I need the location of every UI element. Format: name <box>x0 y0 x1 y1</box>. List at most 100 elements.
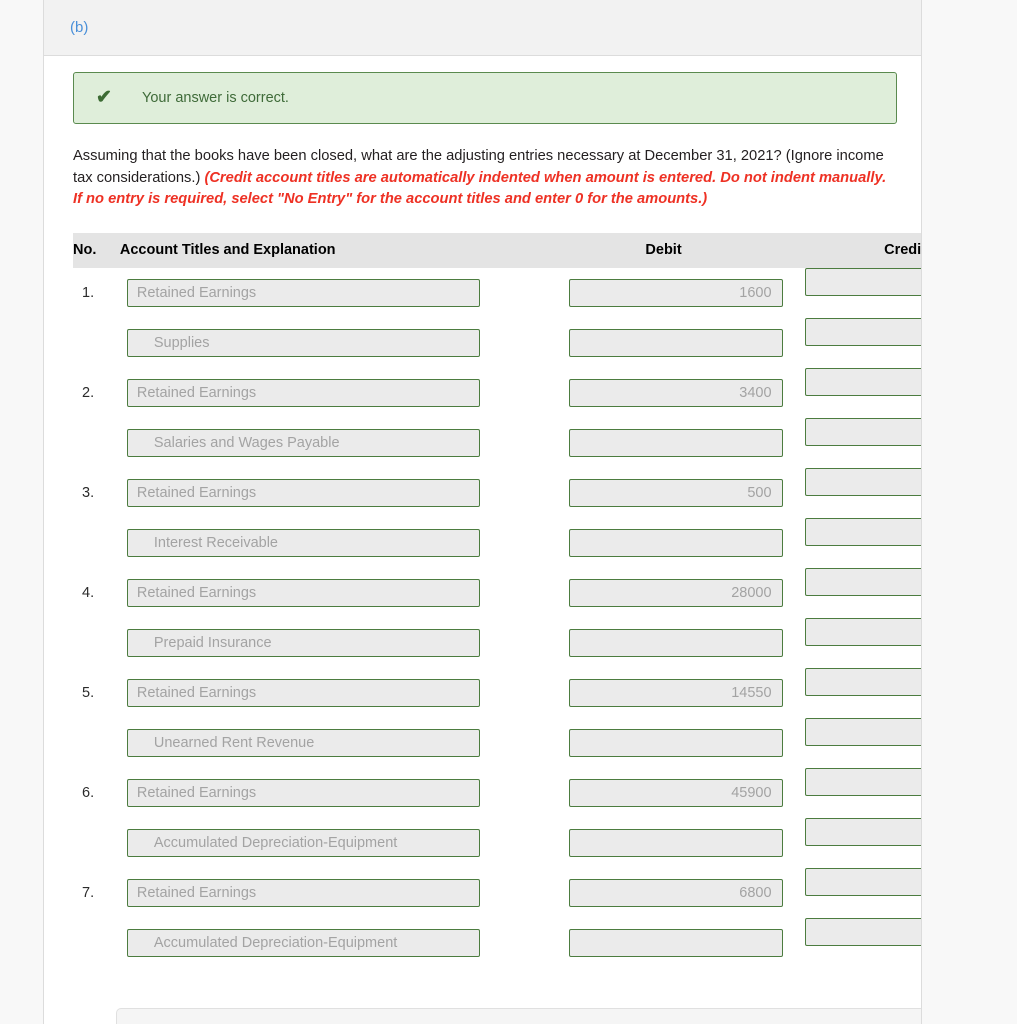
account-cell: Prepaid Insurance <box>120 618 545 668</box>
debit-cell <box>545 318 783 368</box>
account-cell: Supplies <box>120 318 545 368</box>
credit-amount-input[interactable] <box>804 417 921 446</box>
debit-amount-input[interactable] <box>568 528 783 557</box>
credit-clip <box>804 867 921 898</box>
debit-amount-input[interactable]: 28000 <box>568 578 783 607</box>
account-title-input[interactable]: Prepaid Insurance <box>126 628 480 657</box>
credit-cell <box>783 367 921 418</box>
account-title-input[interactable]: Retained Earnings <box>126 878 480 907</box>
account-cell: Salaries and Wages Payable <box>120 418 545 468</box>
debit-amount-input[interactable]: 500 <box>568 478 783 507</box>
credit-clip <box>804 467 921 498</box>
debit-cell <box>545 918 783 968</box>
question-panel: (b) ✔ Your answer is correct. Assuming t… <box>43 0 922 1024</box>
debit-cell: 3400 <box>545 368 783 418</box>
credit-amount-input[interactable] <box>804 367 921 396</box>
debit-cell: 28000 <box>545 568 783 618</box>
credit-amount-input[interactable] <box>804 517 921 546</box>
credit-amount-input[interactable] <box>804 917 921 946</box>
credit-amount-input[interactable]: 1 <box>804 717 921 746</box>
credit-clip <box>804 367 921 398</box>
debit-amount-input[interactable] <box>568 428 783 457</box>
debit-cell: 1600 <box>545 268 783 318</box>
panel-body: ✔ Your answer is correct. Assuming that … <box>44 56 921 968</box>
credit-clip <box>804 267 921 298</box>
column-header-debit: Debit <box>544 232 783 268</box>
debit-amount-input[interactable]: 6800 <box>568 878 783 907</box>
credit-cell <box>783 517 921 568</box>
table-row: 2. Retained Earnings 3400 <box>73 367 921 418</box>
row-number: 2. <box>82 384 95 401</box>
account-title-input[interactable]: Retained Earnings <box>126 478 480 507</box>
account-cell: Retained Earnings <box>120 368 545 418</box>
table-header-row: No. Account Titles and Explanation Debit… <box>73 232 921 268</box>
credit-clip: 4 <box>804 817 921 848</box>
credit-amount-input[interactable] <box>804 267 921 296</box>
account-title-input[interactable]: Accumulated Depreciation-Equipment <box>126 828 480 857</box>
debit-cell <box>545 618 783 668</box>
credit-cell <box>783 267 921 318</box>
debit-cell <box>545 418 783 468</box>
part-label: (b) <box>70 19 89 36</box>
account-title-input[interactable]: Supplies <box>126 328 480 357</box>
credit-amount-input[interactable] <box>804 567 921 596</box>
credit-clip <box>804 317 921 348</box>
debit-amount-input[interactable] <box>568 828 783 857</box>
credit-amount-input[interactable] <box>804 667 921 696</box>
account-title-input[interactable]: Retained Earnings <box>126 278 480 307</box>
debit-amount-input[interactable] <box>568 928 783 957</box>
table-row: Supplies <box>73 317 921 368</box>
credit-clip <box>804 767 921 798</box>
credit-cell <box>783 767 921 818</box>
account-cell: Unearned Rent Revenue <box>120 718 545 768</box>
account-cell: Retained Earnings <box>120 468 545 518</box>
account-title-input[interactable]: Retained Earnings <box>126 578 480 607</box>
credit-amount-input[interactable] <box>804 767 921 796</box>
account-cell: Retained Earnings <box>120 268 545 318</box>
credit-cell: 4 <box>783 817 921 868</box>
table-row: 7. Retained Earnings 6800 <box>73 867 921 918</box>
debit-cell: 6800 <box>545 868 783 918</box>
credit-cell <box>783 867 921 918</box>
debit-cell <box>545 818 783 868</box>
debit-amount-input[interactable] <box>568 728 783 757</box>
debit-cell <box>545 518 783 568</box>
row-number: 6. <box>82 784 95 801</box>
debit-amount-input[interactable] <box>568 628 783 657</box>
row-number-spacer <box>73 418 120 468</box>
credit-amount-input[interactable] <box>804 317 921 346</box>
credit-amount-input[interactable] <box>804 467 921 496</box>
credit-amount-input[interactable] <box>804 867 921 896</box>
credit-amount-input[interactable]: 4 <box>804 817 921 846</box>
account-title-input[interactable]: Accumulated Depreciation-Equipment <box>126 928 480 957</box>
credit-amount-input[interactable]: 2 <box>804 617 921 646</box>
account-title-input[interactable]: Unearned Rent Revenue <box>126 728 480 757</box>
credit-clip <box>804 517 921 548</box>
account-cell: Retained Earnings <box>120 768 545 818</box>
debit-cell: 45900 <box>545 768 783 818</box>
account-title-input[interactable]: Retained Earnings <box>126 778 480 807</box>
credit-clip: 2 <box>804 617 921 648</box>
check-icon: ✔ <box>96 87 112 108</box>
row-number: 7. <box>82 884 95 901</box>
debit-cell: 500 <box>545 468 783 518</box>
credit-clip <box>804 567 921 598</box>
debit-amount-input[interactable]: 3400 <box>568 378 783 407</box>
credit-cell <box>783 317 921 368</box>
account-title-input[interactable]: Interest Receivable <box>126 528 480 557</box>
row-number: 4. <box>82 584 95 601</box>
answer-correct-banner: ✔ Your answer is correct. <box>73 72 897 124</box>
account-title-input[interactable]: Retained Earnings <box>126 678 480 707</box>
account-title-input[interactable]: Retained Earnings <box>126 378 480 407</box>
row-number-spacer <box>73 718 120 768</box>
credit-cell: 2 <box>783 617 921 668</box>
credit-cell <box>783 467 921 518</box>
account-title-input[interactable]: Salaries and Wages Payable <box>126 428 480 457</box>
credit-clip <box>804 667 921 698</box>
debit-amount-input[interactable]: 1600 <box>568 278 783 307</box>
debit-amount-input[interactable]: 14550 <box>568 678 783 707</box>
part-header: (b) <box>44 0 921 56</box>
debit-amount-input[interactable] <box>568 328 783 357</box>
row-number-spacer <box>73 318 120 368</box>
debit-amount-input[interactable]: 45900 <box>568 778 783 807</box>
